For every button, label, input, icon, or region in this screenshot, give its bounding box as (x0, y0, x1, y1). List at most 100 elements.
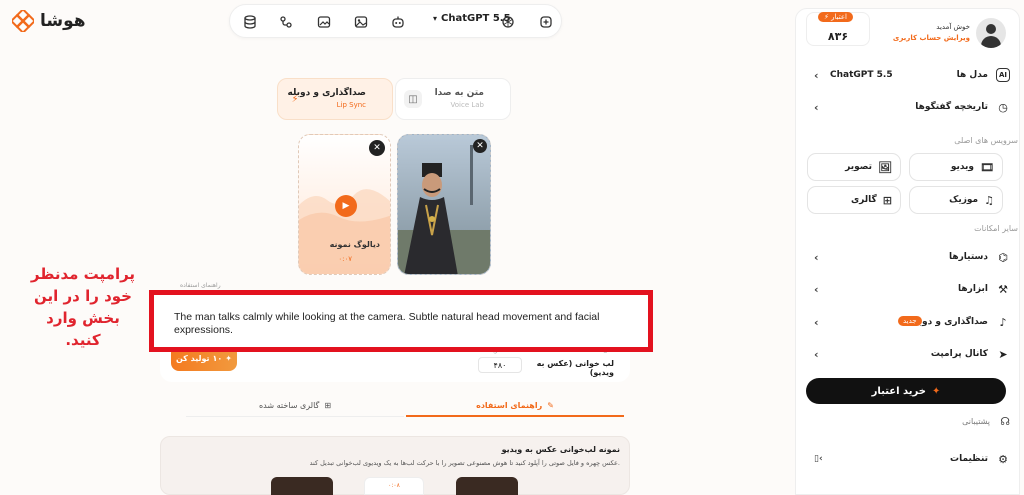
tab-guide[interactable]: راهنمای استفاده ✎ (406, 395, 624, 417)
new-badge: جدید (898, 316, 922, 326)
tab-label: گالری ساخته شده (258, 401, 320, 410)
guide-title: نمونه لب‌خوانی عکس به ویدیو (501, 445, 620, 454)
sidebar-item-settings[interactable]: ▯‹ تنظیمات ⚙ (814, 447, 1010, 471)
generate-label: تولید کن (175, 353, 210, 363)
credit-box[interactable]: ⚡ اعتبار ۸۳۶ (806, 12, 870, 46)
lip-sync-icon: ⚡ (291, 93, 299, 105)
music-icon: ♫ (984, 193, 994, 207)
image-gen-icon[interactable] (312, 10, 336, 34)
sidebar-model-value: ChatGPT 5.5 (830, 70, 893, 80)
sidebar-item-label: تاریخچه گفتگوها (915, 102, 988, 112)
mode-title: متن به صدا (434, 88, 484, 98)
mode-card-lip-sync[interactable]: صداگذاری و دوبله Lip Sync ⚡ (277, 78, 393, 120)
prompt-guide-label[interactable]: راهنمای استفاده (180, 282, 221, 289)
service-gallery[interactable]: گالری ⊞ (807, 186, 901, 214)
tools-icon: ⚒ (998, 282, 1008, 296)
buy-credit-button[interactable]: خرید اعتبار ✦ (806, 378, 1006, 404)
gear-icon: ⚙ (998, 452, 1008, 466)
logo[interactable]: هوشا (12, 10, 86, 32)
database-icon[interactable] (238, 10, 262, 34)
guide-thumbnail-input[interactable] (456, 477, 518, 495)
voice-icon: ♪ (999, 315, 1007, 329)
service-label: گالری (850, 195, 877, 205)
play-button[interactable]: ▶ (335, 195, 357, 217)
chevron-down-icon: ▾ (433, 14, 438, 23)
logo-text: هوشا (40, 11, 86, 31)
chevron-left-icon: ‹ (814, 282, 819, 296)
telegram-icon: ➤ (998, 347, 1008, 361)
sample-duration: ۰:۰۷ (338, 255, 352, 263)
top-toolbar: ▾ ChatGPT 5.5 (229, 4, 562, 38)
mode-subtitle: Lip Sync (336, 101, 366, 109)
sidebar-item-label: کانال پرامپت (930, 349, 988, 359)
sample-dialog-label: دیالوگ نمونه (329, 240, 380, 249)
new-chat-icon[interactable] (534, 10, 558, 34)
avatar[interactable] (976, 18, 1006, 48)
gallery-icon: ⊞ (324, 401, 332, 410)
guide-description: عکس چهره و فایل صوتی را آپلود کنید تا هو… (309, 459, 620, 467)
mode-subtitle: Voice Lab (450, 101, 485, 109)
flame-icon: ✦ (225, 353, 232, 363)
collapse-icon[interactable]: ▯‹ (814, 454, 823, 464)
sidebar-item-models[interactable]: ‹ ChatGPT 5.5 مدل ها AI (814, 63, 1010, 87)
clock-icon: ◷ (998, 100, 1008, 114)
prompt-input[interactable]: The man talks calmly while looking at th… (149, 290, 653, 352)
chevron-left-icon: ‹ (814, 250, 819, 264)
guide-thumbnail-audio[interactable]: ۰:۰۸ (364, 477, 424, 495)
service-image[interactable]: تصویر 🖼 (807, 153, 901, 181)
service-label: ویدیو (950, 162, 975, 172)
mode-card-text-to-speech[interactable]: متن به صدا Voice Lab ◫ (395, 78, 511, 120)
credit-value: ۸۳۶ (827, 30, 849, 43)
section-title-other: سایر امکانات (974, 224, 1018, 233)
close-icon[interactable]: ✕ (473, 139, 487, 153)
tab-label: راهنمای استفاده (476, 400, 543, 410)
chevron-left-icon: ‹ (814, 100, 819, 114)
headset-icon: ☊ (1000, 415, 1010, 428)
portrait-image (398, 135, 490, 274)
robot-icon[interactable] (386, 10, 410, 34)
sidebar-item-tools[interactable]: ‹ ابزارها ⚒ (814, 277, 1010, 301)
pen-icon: ✎ (547, 400, 554, 410)
buy-credit-label: خرید اعتبار (871, 385, 926, 397)
prompt-text[interactable]: The man talks calmly while looking at th… (174, 311, 614, 337)
chevron-left-icon: ‹ (814, 68, 819, 82)
generate-cost: ۱۰ (212, 353, 223, 363)
flame-icon: ✦ (931, 385, 941, 397)
logo-mark-icon (12, 10, 34, 32)
chevron-left-icon: ‹ (814, 315, 819, 329)
edit-account-link[interactable]: ویرایش حساب کاربری (880, 34, 970, 42)
sidebar-item-prompt-channel[interactable]: ‹ کانال پرامپت ➤ (814, 342, 1010, 366)
ai-icon: AI (996, 68, 1010, 82)
cost-value: ۴۸۰ (478, 357, 522, 373)
robot-icon: ⌬ (998, 250, 1008, 264)
image-edit-icon[interactable] (349, 10, 373, 34)
sidebar-item-label: تنظیمات (950, 454, 988, 464)
image-icon: 🖼 (878, 160, 892, 174)
guide-audio-time: ۰:۰۸ (388, 482, 400, 489)
openai-icon (496, 10, 520, 34)
service-label: موزیک (949, 195, 979, 205)
annotation-callout: پرامپت مدنظر خود را در این بخش وارد کنید… (30, 265, 136, 349)
service-label: تصویر (845, 162, 873, 172)
sidebar-item-history[interactable]: ‹ تاریخچه گفتگوها ◷ (814, 95, 1010, 119)
uploaded-photo-card[interactable]: ✕ (397, 134, 491, 275)
credit-badge: ⚡ اعتبار (818, 12, 853, 22)
gallery-icon: ⊞ (882, 193, 892, 207)
support-label: پشتیبانی (962, 417, 990, 426)
service-music[interactable]: موزیک ♫ (909, 186, 1003, 214)
sidebar-item-assistants[interactable]: ‹ دستیارها ⌬ (814, 245, 1010, 269)
support-link[interactable]: پشتیبانی ☊ (814, 415, 1010, 431)
chevron-left-icon: ‹ (814, 347, 819, 361)
mode-label[interactable]: لب خوانی (عکس به ویدیو) (530, 359, 614, 377)
sidebar-item-label: دستیارها (949, 252, 988, 262)
audio-sample-card[interactable]: ▶ دیالوگ نمونه ۰:۰۷ ✕ (298, 134, 391, 275)
connect-icon[interactable] (274, 10, 298, 34)
sidebar-item-label: مدل ها (956, 70, 988, 80)
tab-gallery[interactable]: گالری ساخته شده ⊞ (186, 395, 404, 417)
sidebar-item-label: ابزارها (958, 284, 988, 294)
service-video[interactable]: ویدیو 🎞 (909, 153, 1003, 181)
close-icon[interactable]: ✕ (369, 140, 385, 156)
guide-thumbnail-output[interactable] (271, 477, 333, 495)
video-icon: 🎞 (980, 160, 994, 174)
section-title-main-services: سرویس های اصلی (954, 136, 1018, 145)
